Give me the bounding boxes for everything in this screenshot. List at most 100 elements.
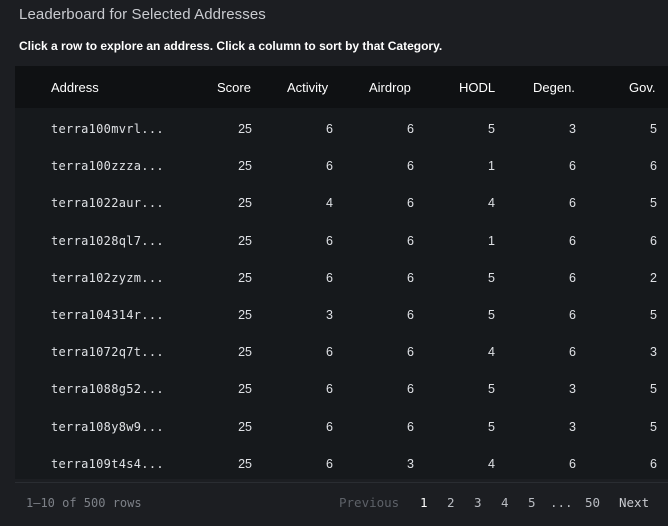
table-row[interactable]: terra100zzza... 25 6 6 1 6 6: [15, 148, 668, 185]
cell-hodl: 4: [488, 196, 495, 211]
cell-address: terra109t4s4...: [51, 456, 164, 471]
cell-hodl: 5: [488, 419, 495, 434]
cell-activity: 6: [326, 233, 333, 248]
cell-score: 25: [238, 382, 252, 397]
cell-degen: 6: [569, 308, 576, 322]
panel-title: Leaderboard for Selected Addresses: [19, 6, 266, 23]
cell-degen: 6: [569, 270, 576, 285]
cell-score: 25: [238, 308, 252, 322]
cell-address: terra102zyzm...: [51, 270, 164, 285]
cell-gov: 5: [650, 196, 657, 211]
cell-hodl: 5: [488, 308, 495, 322]
column-header-airdrop[interactable]: Airdrop: [369, 80, 411, 95]
column-header-hodl[interactable]: HODL: [459, 80, 495, 95]
cell-score: 25: [238, 122, 252, 136]
table-row[interactable]: terra102zyzm... 25 6 6 5 6 2: [15, 260, 668, 297]
cell-hodl: 4: [488, 456, 495, 471]
cell-degen: 3: [569, 122, 576, 136]
cell-address: terra1072q7t...: [51, 345, 164, 360]
table-row[interactable]: terra100mvrl... 25 6 6 5 3 5: [15, 111, 668, 148]
cell-hodl: 5: [488, 382, 495, 397]
cell-activity: 4: [326, 196, 333, 211]
cell-address: terra1028ql7...: [51, 233, 164, 248]
cell-activity: 6: [326, 382, 333, 397]
cell-activity: 6: [326, 159, 333, 174]
table-row[interactable]: terra1088g52... 25 6 6 5 3 5: [15, 371, 668, 408]
cell-activity: 6: [326, 122, 333, 136]
cell-airdrop: 6: [407, 159, 414, 174]
cell-degen: 3: [569, 419, 576, 434]
table-row[interactable]: terra1072q7t... 25 6 6 4 6 3: [15, 334, 668, 371]
cell-degen: 6: [569, 159, 576, 174]
page-button-4[interactable]: 4: [501, 495, 509, 510]
cell-address: terra108y8w9...: [51, 419, 164, 434]
column-header-gov[interactable]: Gov.: [629, 80, 656, 95]
cell-score: 25: [238, 233, 252, 248]
cell-score: 25: [238, 419, 252, 434]
page-button-2[interactable]: 2: [447, 495, 455, 510]
cell-airdrop: 6: [407, 233, 414, 248]
column-header-activity[interactable]: Activity: [287, 80, 328, 95]
cell-gov: 5: [650, 308, 657, 322]
cell-address: terra1088g52...: [51, 382, 164, 397]
column-header-score[interactable]: Score: [217, 80, 251, 95]
cell-score: 25: [238, 345, 252, 360]
cell-degen: 6: [569, 233, 576, 248]
cell-gov: 5: [650, 419, 657, 434]
cell-hodl: 1: [488, 159, 495, 174]
previous-page-button[interactable]: Previous: [339, 495, 399, 510]
cell-airdrop: 6: [407, 419, 414, 434]
cell-address: terra100zzza...: [51, 159, 164, 174]
cell-gov: 6: [650, 159, 657, 174]
cell-degen: 6: [569, 456, 576, 471]
cell-airdrop: 3: [407, 456, 414, 471]
cell-score: 25: [238, 270, 252, 285]
page-button-1[interactable]: 1: [420, 495, 428, 510]
cell-hodl: 4: [488, 345, 495, 360]
table-footer: 1–10 of 500 rows Previous 1 2 3 4 5 ... …: [15, 482, 668, 522]
table-row[interactable]: terra1028ql7... 25 6 6 1 6 6: [15, 223, 668, 260]
cell-airdrop: 6: [407, 122, 414, 136]
cell-degen: 6: [569, 345, 576, 360]
cell-degen: 6: [569, 196, 576, 211]
cell-airdrop: 6: [407, 382, 414, 397]
table-row[interactable]: terra109t4s4... 25 6 3 4 6 6: [15, 446, 668, 483]
leaderboard-table: Address Score Activity Airdrop HODL Dege…: [15, 66, 668, 479]
page-button-3[interactable]: 3: [474, 495, 482, 510]
table-row[interactable]: terra108y8w9... 25 6 6 5 3 5: [15, 409, 668, 446]
page-button-5[interactable]: 5: [528, 495, 536, 510]
cell-gov: 6: [650, 233, 657, 248]
column-header-degen[interactable]: Degen.: [533, 80, 575, 95]
table-row[interactable]: terra104314r... 25 3 6 5 6 5: [15, 297, 668, 334]
cell-airdrop: 6: [407, 345, 414, 360]
cell-gov: 6: [650, 456, 657, 471]
rows-count-info: 1–10 of 500 rows: [26, 496, 142, 510]
table-header: Address Score Activity Airdrop HODL Dege…: [15, 66, 668, 108]
cell-activity: 6: [326, 345, 333, 360]
page-ellipsis: ...: [550, 495, 573, 510]
cell-activity: 6: [326, 419, 333, 434]
cell-address: terra104314r...: [51, 308, 164, 322]
cell-score: 25: [238, 159, 252, 174]
instructions-subtitle: Click a row to explore an address. Click…: [19, 39, 443, 53]
page-button-last[interactable]: 50: [585, 495, 600, 510]
cell-activity: 6: [326, 456, 333, 471]
cell-activity: 3: [326, 308, 333, 322]
cell-activity: 6: [326, 270, 333, 285]
next-page-button[interactable]: Next: [619, 495, 649, 510]
cell-airdrop: 6: [407, 196, 414, 211]
cell-degen: 3: [569, 382, 576, 397]
cell-airdrop: 6: [407, 270, 414, 285]
cell-address: terra1022aur...: [51, 196, 164, 211]
cell-address: terra100mvrl...: [51, 122, 164, 136]
cell-gov: 3: [650, 345, 657, 360]
cell-score: 25: [238, 196, 252, 211]
cell-gov: 5: [650, 122, 657, 136]
cell-score: 25: [238, 456, 252, 471]
cell-hodl: 5: [488, 122, 495, 136]
cell-hodl: 1: [488, 233, 495, 248]
column-header-address[interactable]: Address: [51, 80, 99, 95]
table-row[interactable]: terra1022aur... 25 4 6 4 6 5: [15, 185, 668, 222]
cell-gov: 5: [650, 382, 657, 397]
cell-airdrop: 6: [407, 308, 414, 322]
